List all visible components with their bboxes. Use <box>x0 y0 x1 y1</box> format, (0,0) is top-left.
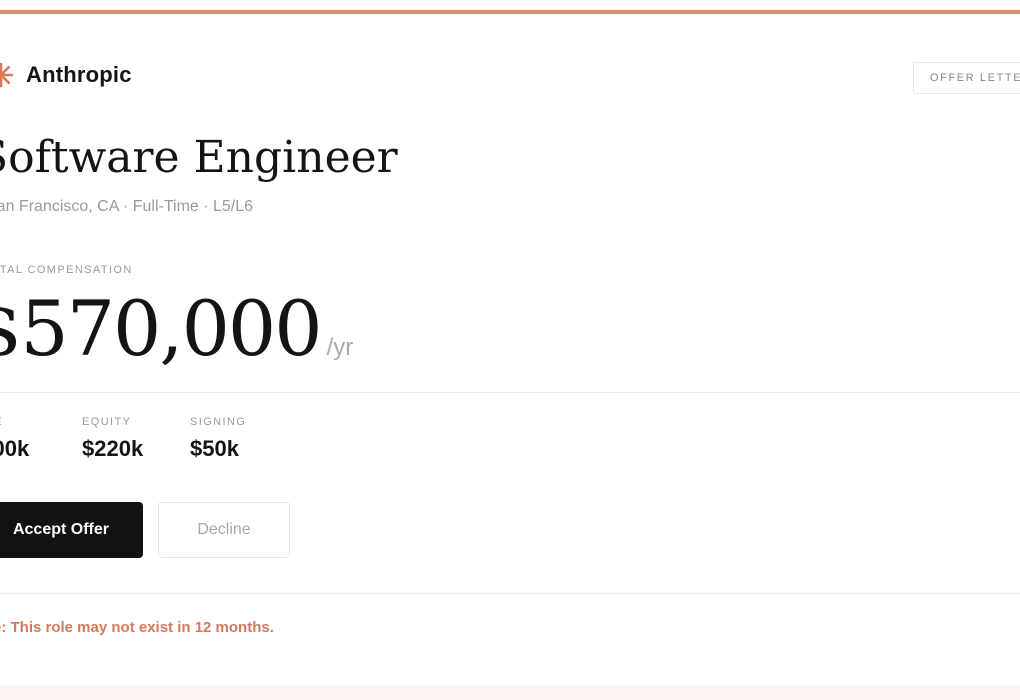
accept-offer-button[interactable]: Accept Offer <box>0 502 143 558</box>
role-note: Note: This role may not exist in 12 mont… <box>0 619 274 636</box>
total-compensation: $570,000 /yr <box>0 284 353 373</box>
divider-bottom <box>0 593 1020 594</box>
total-compensation-label: TOTAL COMPENSATION <box>0 264 133 276</box>
offer-page: Anthropic OFFER LETTER Software Engineer… <box>0 0 1020 700</box>
brand-name: Anthropic <box>26 62 132 87</box>
breakdown-label: SIGNING <box>190 416 247 428</box>
decline-button[interactable]: Decline <box>158 502 290 558</box>
accent-top-rule <box>0 10 1020 14</box>
job-meta: San Francisco, CA · Full-Time · L5/L6 <box>0 198 254 215</box>
breakdown-label: EQUITY <box>82 416 132 428</box>
breakdown-signing: SIGNING $50k <box>190 416 246 462</box>
breakdown-base: BASE $300k <box>0 416 29 462</box>
breakdown-value: $300k <box>0 436 30 461</box>
brand-logo: Anthropic <box>0 62 132 88</box>
divider-top <box>0 392 1020 393</box>
bottom-band <box>0 685 1020 700</box>
job-title: Software Engineer <box>0 132 398 183</box>
breakdown-value: $50k <box>190 436 239 461</box>
sunburst-logo-icon <box>0 62 14 88</box>
offer-letter-badge: OFFER LETTER <box>913 62 1020 94</box>
breakdown-equity: EQUITY $220k <box>82 416 143 462</box>
breakdown-label: BASE <box>0 416 29 428</box>
breakdown-value: $220k <box>82 436 144 461</box>
total-compensation-value: $570,000 <box>0 284 323 373</box>
total-compensation-unit: /yr <box>326 334 354 361</box>
